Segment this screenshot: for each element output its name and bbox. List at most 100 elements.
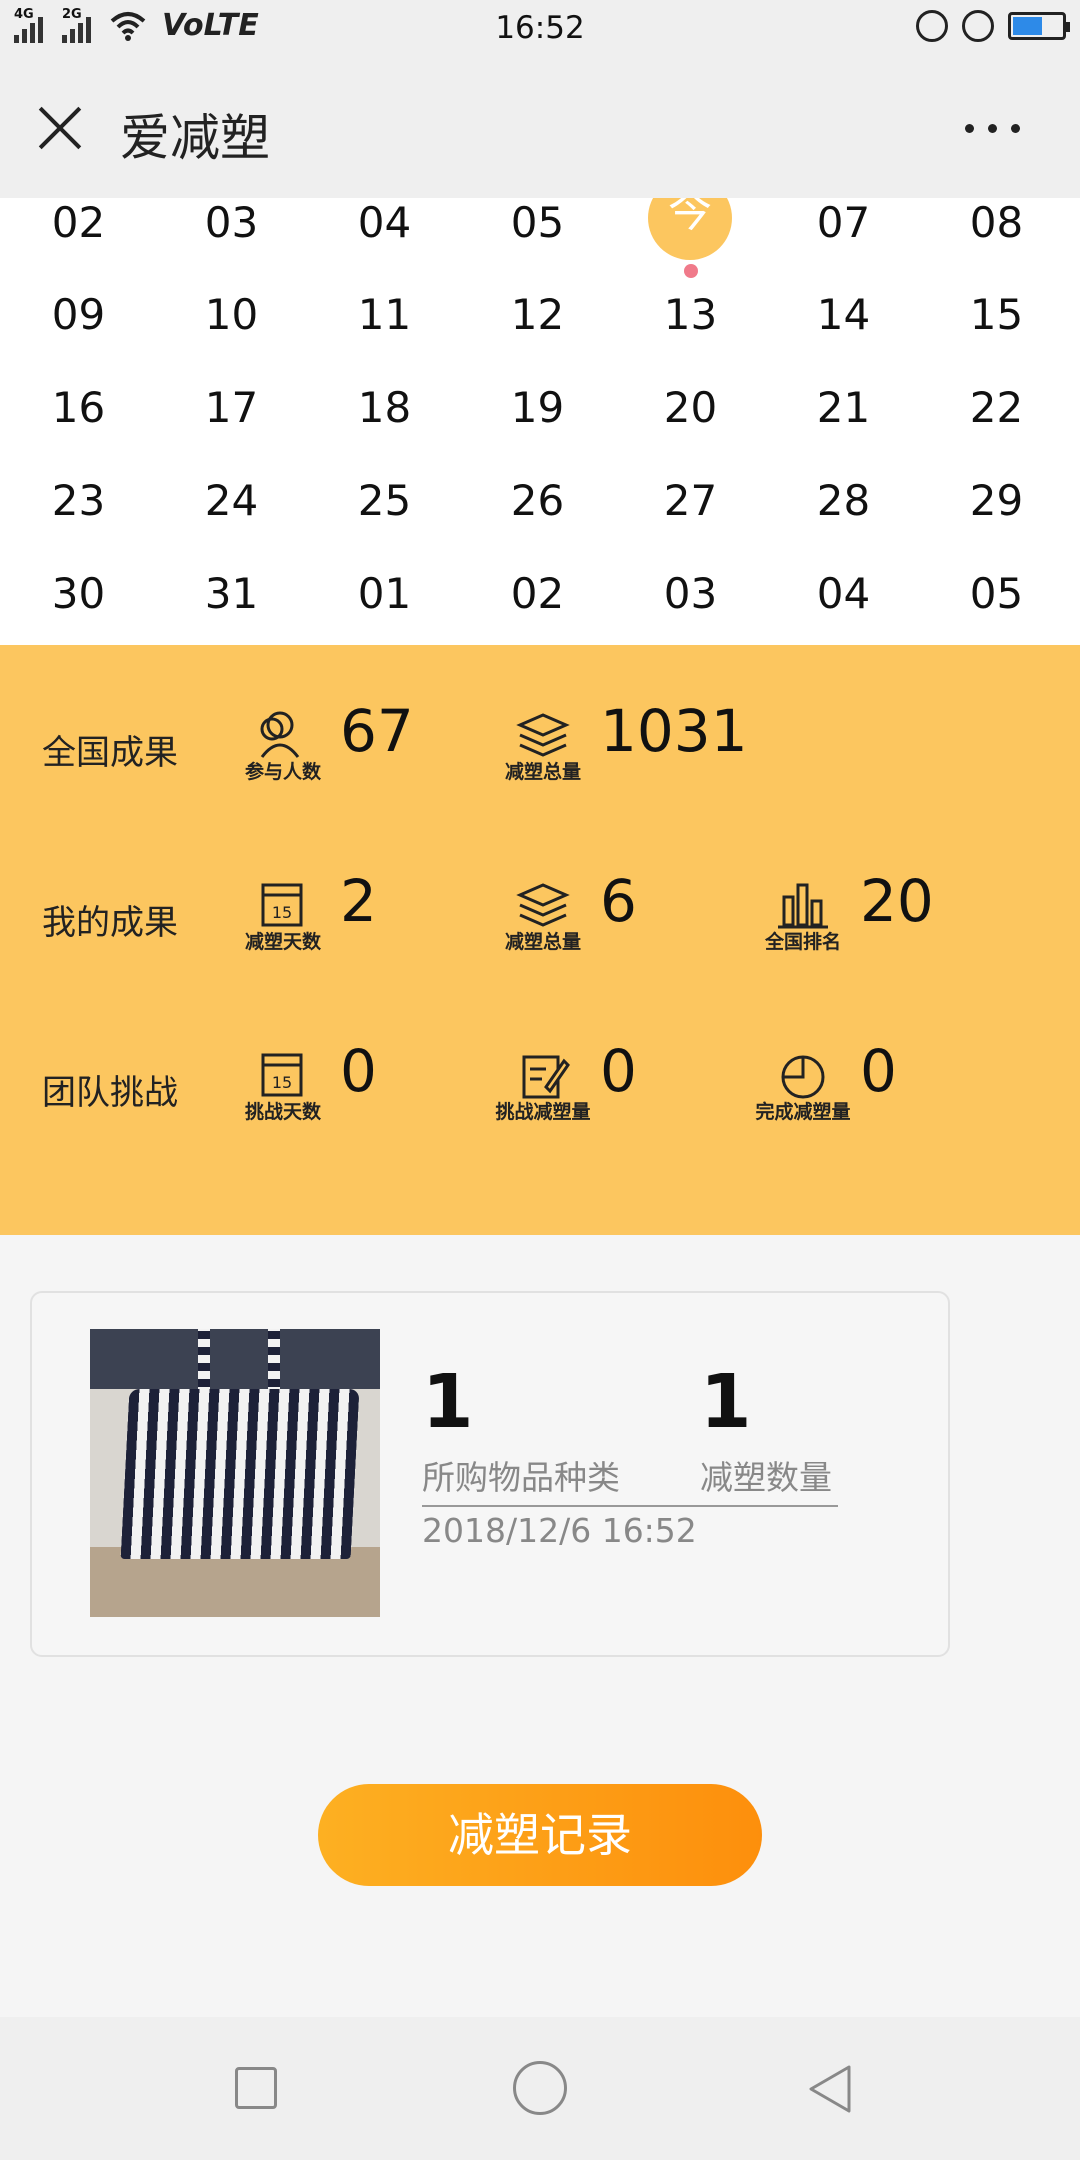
my-total-caption: 减塑总量	[504, 931, 581, 953]
svg-text:15: 15	[272, 903, 292, 922]
calendar-grid: 今 02 03 04 05 07 08 09 10 11 12 13 14 15 16 17 18 19 20 21…	[0, 198, 1080, 645]
purchase-photo	[90, 1329, 380, 1617]
calendar-day[interactable]: 04	[308, 202, 461, 244]
national-total-stat: 减塑总量 1031	[488, 695, 748, 795]
national-total-caption: 减塑总量	[504, 761, 581, 783]
calendar-day[interactable]: 25	[308, 480, 461, 522]
my-days-value: 2	[340, 867, 377, 935]
calendar-day[interactable]: 03	[155, 202, 308, 244]
calendar-day[interactable]: 02	[2, 202, 155, 244]
my-stats-row: 我的成果 15 减塑天数 2 减塑总量 6 全国排名 20	[0, 865, 1080, 965]
calendar-day[interactable]: 15	[920, 294, 1073, 336]
calendar-day[interactable]: 19	[461, 387, 614, 429]
my-days-caption: 减塑天数	[244, 931, 321, 953]
team-amount-value: 0	[600, 1037, 637, 1105]
national-stats-row: 全国成果 参与人数 67 减塑总量 1031	[0, 695, 1080, 795]
record-card[interactable]: 1 所购物品种类 1 减塑数量 2018/12/6 16:52	[30, 1291, 950, 1657]
team-done-caption: 完成减塑量	[755, 1101, 851, 1123]
edit-icon	[522, 1055, 570, 1099]
participants-value: 67	[340, 697, 414, 765]
pie-icon	[781, 1055, 825, 1099]
calendar-day[interactable]: 01	[308, 573, 461, 615]
row-label: 团队挑战	[42, 1073, 178, 1113]
calendar-day[interactable]: 28	[767, 480, 920, 522]
row-label: 全国成果	[42, 733, 178, 773]
battery-icon	[1008, 12, 1070, 40]
back-icon[interactable]	[805, 2063, 855, 2115]
calendar-day[interactable]: 31	[155, 573, 308, 615]
my-rank-value: 20	[860, 867, 934, 935]
calendar-day[interactable]: 30	[2, 573, 155, 615]
home-icon[interactable]	[513, 2061, 567, 2115]
divider	[422, 1505, 838, 1507]
page-title: 爱减塑	[120, 109, 270, 167]
calendar-day[interactable]: 11	[308, 294, 461, 336]
my-total-stat: 减塑总量 6	[488, 865, 748, 965]
reduce-count-value: 1	[700, 1359, 752, 1445]
calendar-icon: 15	[261, 1053, 303, 1097]
system-navigation-bar	[0, 2017, 1080, 2160]
calendar-day[interactable]: 26	[461, 480, 614, 522]
my-rank-stat: 全国排名 20	[748, 865, 1008, 965]
team-done-value: 0	[860, 1037, 897, 1105]
team-amount-stat: 挑战减塑量 0	[488, 1035, 748, 1135]
rotation-lock-icon	[916, 10, 948, 42]
calendar-day[interactable]: 20	[614, 387, 767, 429]
calendar-day[interactable]: 10	[155, 294, 308, 336]
calendar-day[interactable]: 05	[461, 202, 614, 244]
national-total-value: 1031	[600, 697, 748, 765]
calendar-day[interactable]: 05	[920, 573, 1073, 615]
calendar-day[interactable]: 29	[920, 480, 1073, 522]
team-days-stat: 15 挑战天数 0	[228, 1035, 488, 1135]
recent-apps-icon[interactable]	[235, 2067, 277, 2109]
calendar-day[interactable]: 27	[614, 480, 767, 522]
svg-text:15: 15	[272, 1073, 292, 1092]
bar-chart-icon	[778, 883, 828, 929]
calendar-day[interactable]: 03	[614, 573, 767, 615]
status-bar: 4G 2G VoLTE 16:52	[0, 0, 1080, 58]
calendar-day[interactable]: 14	[767, 294, 920, 336]
item-kinds-label: 所购物品种类	[422, 1458, 620, 1497]
calendar-day[interactable]: 02	[461, 573, 614, 615]
row-label: 我的成果	[42, 903, 178, 943]
calendar-day[interactable]: 16	[2, 387, 155, 429]
calendar-day[interactable]: 08	[920, 202, 1073, 244]
layers-icon	[516, 713, 570, 757]
calendar-week-row: 09 10 11 12 13 14 15	[0, 288, 1080, 381]
calendar-week-row: 23 24 25 26 27 28 29	[0, 474, 1080, 567]
calendar-day[interactable]: 23	[2, 480, 155, 522]
calendar-day[interactable]: 18	[308, 387, 461, 429]
reduce-record-button[interactable]: 减塑记录	[318, 1784, 762, 1886]
my-total-value: 6	[600, 867, 637, 935]
alarm-icon	[962, 10, 994, 42]
my-days-stat: 15 减塑天数 2	[228, 865, 488, 965]
calendar-week-row: 02 03 04 05 07 08	[0, 198, 1080, 289]
calendar-day[interactable]: 17	[155, 387, 308, 429]
calendar-week-row: 16 17 18 19 20 21 22	[0, 381, 1080, 474]
reduce-count-label: 减塑数量	[700, 1458, 832, 1497]
close-icon[interactable]	[36, 104, 84, 152]
calendar-day[interactable]: 07	[767, 202, 920, 244]
calendar-day[interactable]: 04	[767, 573, 920, 615]
calendar-day[interactable]: 22	[920, 387, 1073, 429]
more-options-icon[interactable]	[965, 124, 1020, 133]
calendar-day[interactable]: 12	[461, 294, 614, 336]
team-done-stat: 完成减塑量 0	[748, 1035, 1008, 1135]
calendar-day[interactable]: 13	[614, 294, 767, 336]
calendar-week-row: 30 31 01 02 03 04 05	[0, 567, 1080, 645]
team-stats-row: 团队挑战 15 挑战天数 0 挑战减塑量 0 完成减塑量 0	[0, 1035, 1080, 1135]
participants-caption: 参与人数	[244, 761, 321, 783]
calendar-day[interactable]: 21	[767, 387, 920, 429]
calendar-day[interactable]: 24	[155, 480, 308, 522]
calendar-icon: 15	[261, 883, 303, 927]
layers-icon	[516, 883, 570, 927]
team-amount-caption: 挑战减塑量	[495, 1101, 591, 1123]
stats-panel: 全国成果 参与人数 67 减塑总量 1031 我的成果 15 减塑天数 2 减塑…	[0, 645, 1080, 1235]
team-days-caption: 挑战天数	[244, 1101, 321, 1123]
calendar-day[interactable]: 09	[2, 294, 155, 336]
title-bar: 爱减塑	[0, 58, 1080, 198]
item-kinds-value: 1	[422, 1359, 474, 1445]
my-rank-caption: 全国排名	[764, 931, 841, 953]
participants-stat: 参与人数 67	[228, 695, 488, 795]
record-datetime: 2018/12/6 16:52	[422, 1511, 697, 1550]
